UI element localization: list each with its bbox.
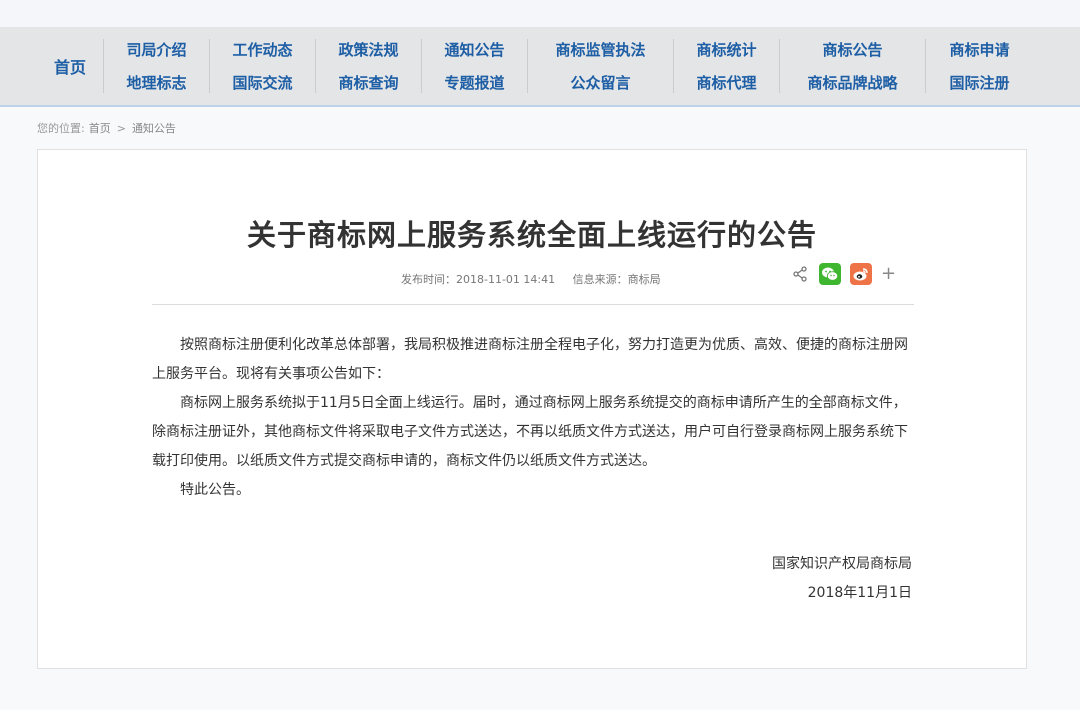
- nav-column-3: 政策法规 商标查询: [315, 39, 421, 93]
- weibo-icon[interactable]: [850, 263, 872, 285]
- nav-column-8: 商标申请 国际注册: [925, 39, 1033, 93]
- nav-column-4: 通知公告 专题报道: [421, 39, 527, 93]
- nav-link-enforcement[interactable]: 商标监管执法: [555, 39, 645, 60]
- breadcrumb-prefix: 您的位置:: [37, 122, 85, 135]
- signature-block: 国家知识产权局商标局 2018年11月1日: [772, 550, 912, 608]
- article-paragraph: 按照商标注册便利化改革总体部署，我局积极推进商标注册全程电子化，努力打造更为优质…: [152, 337, 908, 382]
- nav-link-intl-registration[interactable]: 国际注册: [949, 72, 1009, 93]
- nav-link-about[interactable]: 司局介绍: [126, 39, 186, 60]
- title-divider: [152, 304, 914, 305]
- article-body: 按照商标注册便利化改革总体部署，我局积极推进商标注册全程电子化，努力打造更为优质…: [152, 331, 914, 505]
- nav-column-5: 商标监管执法 公众留言: [527, 39, 673, 93]
- nav-link-tm-announcement[interactable]: 商标公告: [822, 39, 882, 60]
- nav-column-2: 工作动态 国际交流: [209, 39, 315, 93]
- article-container: 关于商标网上服务系统全面上线运行的公告 发布时间：2018-11-01 14:4…: [37, 149, 1027, 669]
- top-strip: [0, 0, 1080, 27]
- article-paragraph: 特此公告。: [180, 482, 250, 498]
- nav-link-agency[interactable]: 商标代理: [696, 72, 756, 93]
- nav-link-special-reports[interactable]: 专题报道: [444, 72, 504, 93]
- wechat-icon[interactable]: [819, 263, 841, 285]
- nav-link-policy[interactable]: 政策法规: [338, 39, 398, 60]
- nav-link-tm-application[interactable]: 商标申请: [949, 39, 1009, 60]
- nav-column-1: 司局介绍 地理标志: [103, 39, 209, 93]
- share-icon[interactable]: [790, 264, 810, 284]
- nav-link-public-message[interactable]: 公众留言: [570, 72, 630, 93]
- nav-column-6: 商标统计 商标代理: [673, 39, 779, 93]
- publish-time: 发布时间：2018-11-01 14:41: [401, 273, 556, 286]
- nav-link-brand-strategy[interactable]: 商标品牌战略: [807, 72, 897, 93]
- breadcrumb: 您的位置: 首页 > 通知公告: [0, 107, 1080, 149]
- breadcrumb-current[interactable]: 通知公告: [132, 120, 176, 136]
- article-paragraph: 商标网上服务系统拟于11月5日全面上线运行。届时，通过商标网上服务系统提交的商标…: [152, 395, 908, 469]
- signature-date: 2018年11月1日: [807, 585, 912, 601]
- share-bar: +: [790, 263, 896, 285]
- nav-column-7: 商标公告 商标品牌战略: [779, 39, 925, 93]
- nav-link-trademark-search[interactable]: 商标查询: [338, 72, 398, 93]
- breadcrumb-home-link[interactable]: 首页: [89, 120, 111, 136]
- nav-link-statistics[interactable]: 商标统计: [696, 39, 756, 60]
- article-meta: 发布时间：2018-11-01 14:41 信息来源：商标局: [401, 271, 661, 287]
- article-title: 关于商标网上服务系统全面上线运行的公告: [246, 218, 817, 252]
- info-source: 信息来源：商标局: [572, 273, 661, 286]
- nav-home[interactable]: 首页: [37, 27, 103, 105]
- signature-org: 国家知识产权局商标局: [772, 556, 912, 572]
- nav-link-geo-indication[interactable]: 地理标志: [126, 72, 186, 93]
- breadcrumb-separator: >: [116, 121, 126, 135]
- nav-link-work-news[interactable]: 工作动态: [232, 39, 292, 60]
- more-plus-icon[interactable]: +: [881, 264, 896, 284]
- nav-link-intl-exchange[interactable]: 国际交流: [232, 72, 292, 93]
- main-nav: 首页 司局介绍 地理标志 工作动态 国际交流 政策法规 商标查询 通知公告 专题…: [0, 27, 1080, 107]
- nav-link-notices[interactable]: 通知公告: [444, 39, 504, 60]
